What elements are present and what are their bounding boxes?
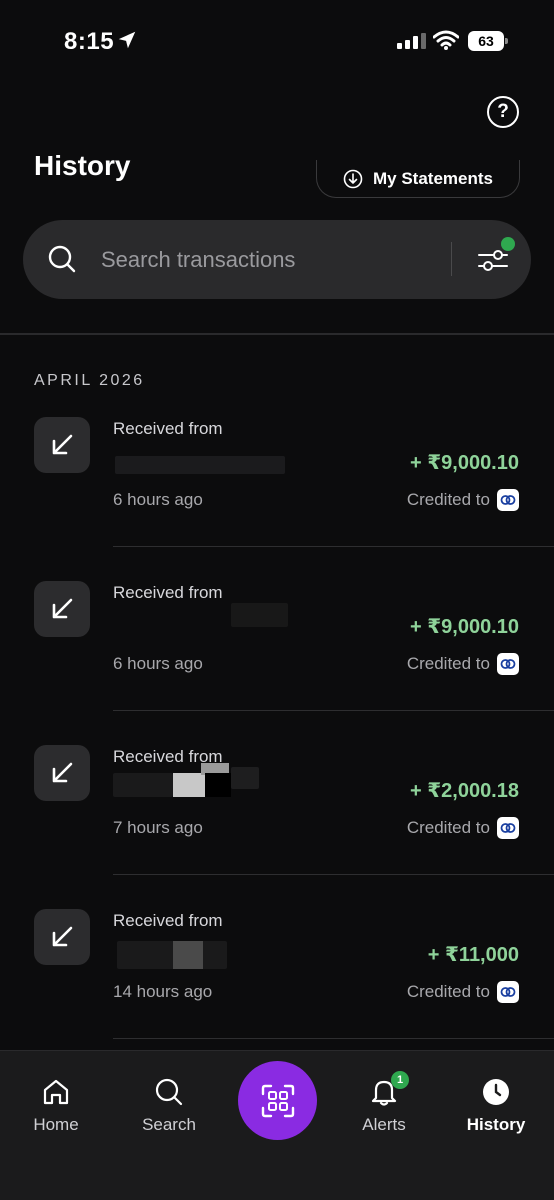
row-divider [113,1038,554,1039]
row-divider [113,546,554,547]
alerts-badge: 1 [391,1071,409,1089]
nav-history-label: History [466,1115,526,1134]
search-input[interactable] [101,245,441,275]
transaction-label: Received from [113,911,223,930]
section-divider [0,333,554,335]
incoming-arrow-icon [34,909,90,965]
redacted-sender-name [113,603,288,627]
search-bar[interactable] [23,220,531,299]
credited-label: Credited to [406,982,490,1001]
transaction-time: 6 hours ago [113,654,203,673]
credited-label: Credited to [406,818,490,837]
transaction-amount: + ₹11,000 [427,944,519,966]
status-time: 8:15 [64,28,115,55]
redacted-sender-name [113,763,263,799]
row-divider [113,710,554,711]
battery-level: 63 [468,31,504,51]
incoming-arrow-icon [34,745,90,801]
history-screen: 8:15 63 ? History My Statements Search t… [0,0,554,1200]
download-icon [343,169,363,188]
filter-active-dot [501,237,515,251]
nav-alerts-label: Alerts [362,1115,406,1134]
transaction-time: 14 hours ago [113,982,213,1001]
transaction-time: 7 hours ago [113,818,203,837]
nav-search[interactable]: Search [124,1077,214,1135]
cellular-signal-icon [397,33,426,49]
credited-label: Credited to [406,490,490,509]
redacted-sender-name [113,454,288,478]
credited-to: Credited to [407,981,519,1003]
credited-to: Credited to [407,489,519,511]
month-header: APRIL 2026 [34,372,145,389]
nav-home-label: Home [33,1115,79,1134]
wifi-icon [433,30,459,50]
redacted-sender-name [113,935,233,971]
transaction-amount: + ₹9,000.10 [409,616,519,638]
credited-to: Credited to [407,653,519,675]
transaction-label: Received from [113,583,223,602]
row-divider [113,874,554,875]
help-icon: ? [497,101,509,122]
clock-icon [483,1079,509,1105]
battery-tip [505,38,508,44]
bank-logo-icon [497,489,519,511]
location-arrow-icon [118,31,136,49]
credited-label: Credited to [406,654,490,673]
page-title: History [34,150,131,181]
bank-logo-icon [497,653,519,675]
home-icon [43,1079,69,1105]
transaction-amount: + ₹2,000.18 [409,780,519,802]
nav-home[interactable]: Home [11,1077,101,1135]
qr-scan-icon [261,1084,294,1117]
status-bar: 8:15 63 [0,0,554,80]
my-statements-button[interactable]: My Statements [316,160,520,198]
search-icon [48,245,76,273]
transaction-amount: + ₹9,000.10 [409,452,519,474]
nav-history[interactable]: History [451,1077,541,1135]
transaction-time: 6 hours ago [113,490,203,509]
credited-to: Credited to [407,817,519,839]
incoming-arrow-icon [34,581,90,637]
bottom-navigation: Home Search 1 Alerts History [0,1050,554,1200]
bank-logo-icon [497,981,519,1003]
bank-logo-icon [497,817,519,839]
help-button[interactable]: ? [487,96,519,128]
search-divider [451,242,452,276]
search-icon [155,1078,183,1106]
battery-indicator: 63 [468,31,508,51]
nav-search-label: Search [142,1115,196,1134]
my-statements-label: My Statements [373,168,493,188]
nav-alerts[interactable]: 1 Alerts [339,1071,429,1135]
scan-qr-button[interactable] [238,1061,317,1140]
transaction-label: Received from [113,419,223,438]
incoming-arrow-icon [34,417,90,473]
